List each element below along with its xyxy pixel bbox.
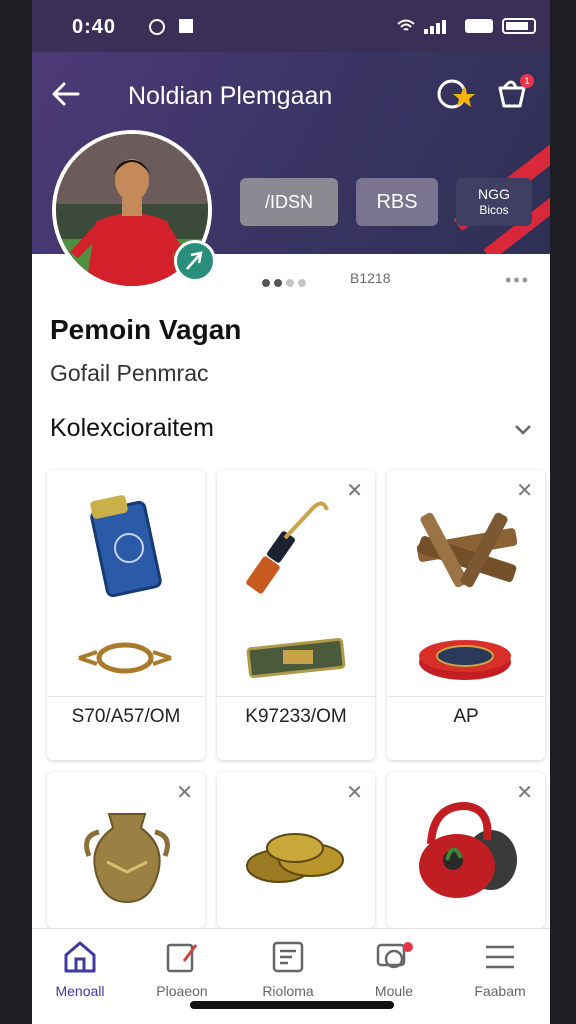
- nav-label: Faabam: [474, 983, 526, 999]
- log-bundle-icon: [416, 512, 518, 588]
- menu-icon: [486, 945, 514, 969]
- page-indicator: B1218: [350, 270, 391, 286]
- profile-subtitle: Gofail Penmrac: [50, 360, 209, 386]
- nav-label: Moule: [374, 983, 414, 999]
- collection-title: Kolexcioraitem: [50, 414, 214, 442]
- favorite-star-icon[interactable]: [436, 76, 476, 112]
- edit-icon: [166, 943, 198, 973]
- gold-coins-icon: [246, 833, 344, 883]
- bottom-nav: Menoall Ploaeon Rioloma Moule Faabam: [32, 928, 550, 1024]
- signal-icon: [424, 20, 446, 34]
- remove-icon[interactable]: ✕: [346, 478, 363, 503]
- list-card-icon: [272, 941, 304, 973]
- stat-chip-3-top: NGG: [478, 186, 510, 202]
- collection-card[interactable]: ✕: [217, 772, 375, 928]
- phone-screen: 0:40 Noldian Plemgaan 1 /IDSN RBS NGG Bi…: [32, 0, 550, 1024]
- stat-chip-1[interactable]: /IDSN: [240, 178, 338, 226]
- stat-chip-3-bottom: Bicos: [479, 203, 509, 217]
- back-arrow-icon[interactable]: [50, 78, 82, 110]
- nav-item-edit[interactable]: Ploaeon: [132, 939, 232, 999]
- collection-card[interactable]: ✕ K97233/OM: [217, 470, 375, 760]
- ticket-icon: [246, 638, 346, 678]
- red-disc-icon: [419, 640, 511, 680]
- battery-saver-icon: [465, 19, 493, 33]
- more-options-icon[interactable]: •••: [505, 270, 530, 291]
- page-dots[interactable]: [262, 274, 310, 292]
- stat-chip-3[interactable]: NGG Bicos: [456, 178, 532, 226]
- card-label: K97233/OM: [245, 706, 347, 727]
- card-label: S70/A57/OM: [71, 706, 181, 727]
- nav-label: Menoall: [55, 983, 105, 999]
- torch-icon: [246, 501, 329, 594]
- stat-chip-2[interactable]: RBS: [356, 178, 438, 226]
- collection-card[interactable]: ✕: [387, 772, 545, 928]
- battery-icon: [502, 18, 536, 34]
- red-kettle-icon: [419, 801, 517, 898]
- nav-label: Rioloma: [262, 983, 314, 999]
- notification-badge: 1: [520, 74, 534, 88]
- nav-label: Ploaeon: [156, 983, 208, 999]
- verified-badge-icon: [174, 240, 216, 282]
- nav-item-menu[interactable]: Faabam: [450, 939, 550, 999]
- sync-icon: [149, 19, 165, 35]
- bronze-vase-icon: [84, 813, 170, 904]
- nav-item-chat[interactable]: Moule: [344, 939, 444, 999]
- collection-card[interactable]: ✕ AP: [387, 470, 545, 760]
- scroll-relic-icon: [90, 495, 162, 598]
- bronze-ring-icon: [78, 642, 172, 674]
- home-indicator[interactable]: [190, 1001, 394, 1009]
- status-bar: 0:40: [32, 0, 550, 52]
- card-label: AP: [453, 706, 479, 727]
- home-icon: [64, 941, 96, 973]
- notification-icon: [179, 19, 193, 33]
- nav-item-list[interactable]: Rioloma: [238, 939, 338, 999]
- remove-icon[interactable]: ✕: [176, 780, 193, 805]
- nav-item-home[interactable]: Menoall: [32, 939, 130, 999]
- wifi-icon: [397, 19, 415, 31]
- header-title: Noldian Plemgaan: [128, 82, 333, 110]
- profile-name: Pemoin Vagan: [50, 314, 242, 345]
- chevron-down-icon[interactable]: [512, 418, 534, 440]
- remove-icon[interactable]: ✕: [346, 780, 363, 805]
- chat-icon: [376, 942, 413, 969]
- collection-card[interactable]: ✕: [47, 772, 205, 928]
- status-time: 0:40: [72, 16, 117, 38]
- collection-card[interactable]: S70/A57/OM: [47, 470, 205, 760]
